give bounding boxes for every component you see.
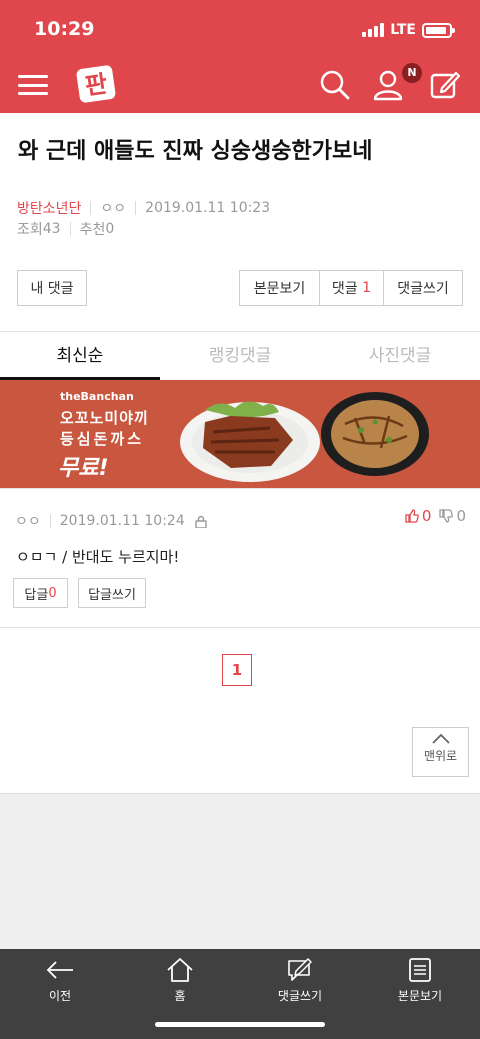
comment-votes: 0 0 bbox=[405, 507, 466, 525]
nav-back[interactable]: 이전 bbox=[0, 957, 120, 1004]
nav-home-label: 홈 bbox=[174, 989, 186, 1003]
signal-icon bbox=[362, 23, 385, 37]
comment-meta: ㅇㅇ 2019.01.11 10:24 bbox=[15, 511, 207, 531]
post-meta: 방탄소년단 ㅇㅇ 2019.01.11 10:23 bbox=[17, 198, 270, 218]
post-category[interactable]: 방탄소년단 bbox=[17, 198, 81, 218]
reply-button[interactable]: 답글 0 bbox=[13, 578, 68, 608]
home-indicator bbox=[155, 1022, 325, 1027]
status-indicators: LTE bbox=[362, 22, 455, 38]
search-icon[interactable] bbox=[318, 68, 352, 102]
view-body-label: 본문보기 bbox=[253, 281, 306, 297]
nav-view-body[interactable]: 본문보기 bbox=[360, 957, 480, 1004]
views-label: 조회 bbox=[17, 222, 43, 238]
notification-badge: N bbox=[402, 63, 422, 83]
thumbs-up-icon bbox=[405, 509, 419, 523]
chevron-up-icon bbox=[431, 733, 450, 744]
like-count: 0 bbox=[421, 507, 432, 525]
reply-count: 0 bbox=[48, 585, 57, 601]
post-author: ㅇㅇ bbox=[100, 201, 127, 217]
thumbs-down-icon bbox=[439, 509, 454, 523]
document-icon bbox=[409, 958, 431, 982]
comment-text: ㅇㅁㄱ / 반대도 누르지마! bbox=[16, 548, 180, 566]
user-icon[interactable] bbox=[372, 68, 406, 102]
home-icon bbox=[167, 958, 193, 982]
tab-ranking[interactable]: 랭킹댓글 bbox=[160, 332, 320, 380]
comment-author: ㅇㅇ bbox=[15, 514, 41, 530]
view-body-button[interactable]: 본문보기 bbox=[239, 270, 320, 306]
post-title: 와 근데 애들도 진짜 싱숭생숭한가보네 bbox=[18, 139, 373, 164]
nav-home[interactable]: 홈 bbox=[120, 957, 240, 1004]
page-number[interactable]: 1 bbox=[222, 654, 252, 686]
comments-button[interactable]: 댓글 1 bbox=[319, 270, 384, 306]
post-content: 와 근데 애들도 진짜 싱숭생숭한가보네 방탄소년단 ㅇㅇ 2019.01.11… bbox=[0, 113, 480, 793]
my-comments-button[interactable]: 내 댓글 bbox=[17, 270, 87, 306]
page-footer-area bbox=[0, 793, 480, 949]
ad-banner[interactable]: theBanchan 오꼬노미야끼 등심돈까스 무료! bbox=[0, 380, 480, 488]
nav-write-comment-label: 댓글쓰기 bbox=[277, 989, 323, 1003]
write-comment-button[interactable]: 댓글쓰기 bbox=[383, 270, 463, 306]
arrow-left-icon bbox=[46, 961, 73, 979]
views-count: 43 bbox=[42, 221, 61, 237]
scroll-top-label: 맨위로 bbox=[423, 749, 458, 763]
dislike-button[interactable]: 0 bbox=[439, 507, 466, 525]
banner-line3: 무료! bbox=[58, 456, 109, 481]
lock-icon bbox=[195, 515, 207, 528]
write-reply-label: 답글쓰기 bbox=[88, 587, 136, 603]
svg-text:판: 판 bbox=[83, 70, 109, 101]
like-button[interactable]: 0 bbox=[405, 507, 432, 525]
write-icon[interactable] bbox=[428, 68, 462, 102]
tab-photo[interactable]: 사진댓글 bbox=[320, 332, 480, 380]
post-stats: 조회 43 추천 0 bbox=[17, 219, 114, 239]
reply-label: 답글 bbox=[24, 587, 49, 603]
battery-icon bbox=[422, 22, 455, 38]
recommend-count: 0 bbox=[105, 221, 115, 237]
comment-write-icon bbox=[288, 958, 312, 981]
food-image bbox=[180, 392, 429, 482]
pann-logo[interactable]: 판 bbox=[76, 64, 116, 104]
recommend-label: 추천 bbox=[79, 222, 106, 238]
comments-label: 댓글 bbox=[331, 281, 358, 297]
write-reply-button[interactable]: 답글쓰기 bbox=[78, 578, 146, 608]
post-datetime: 2019.01.11 10:23 bbox=[145, 200, 271, 216]
divider bbox=[0, 488, 480, 489]
comments-count: 1 bbox=[362, 280, 372, 296]
write-comment-label: 댓글쓰기 bbox=[397, 281, 449, 297]
scroll-top-button[interactable]: 맨위로 bbox=[412, 727, 469, 777]
divider bbox=[0, 627, 480, 628]
network-label: LTE bbox=[390, 22, 416, 38]
status-bar: 10:29 LTE bbox=[0, 0, 480, 60]
banner-line2: 등심돈까스 bbox=[60, 430, 145, 448]
nav-back-label: 이전 bbox=[48, 989, 72, 1003]
tab-latest[interactable]: 최신순 bbox=[0, 332, 160, 380]
banner-brand: theBanchan bbox=[60, 390, 134, 403]
my-comments-label: 내 댓글 bbox=[30, 281, 74, 297]
nav-write-comment[interactable]: 댓글쓰기 bbox=[240, 957, 360, 1004]
comment-datetime: 2019.01.11 10:24 bbox=[59, 513, 185, 529]
banner-line1: 오꼬노미야끼 bbox=[60, 409, 149, 427]
nav-view-body-label: 본문보기 bbox=[397, 989, 443, 1003]
menu-icon[interactable] bbox=[18, 72, 48, 98]
dislike-count: 0 bbox=[456, 507, 466, 525]
status-time: 10:29 bbox=[34, 18, 95, 40]
